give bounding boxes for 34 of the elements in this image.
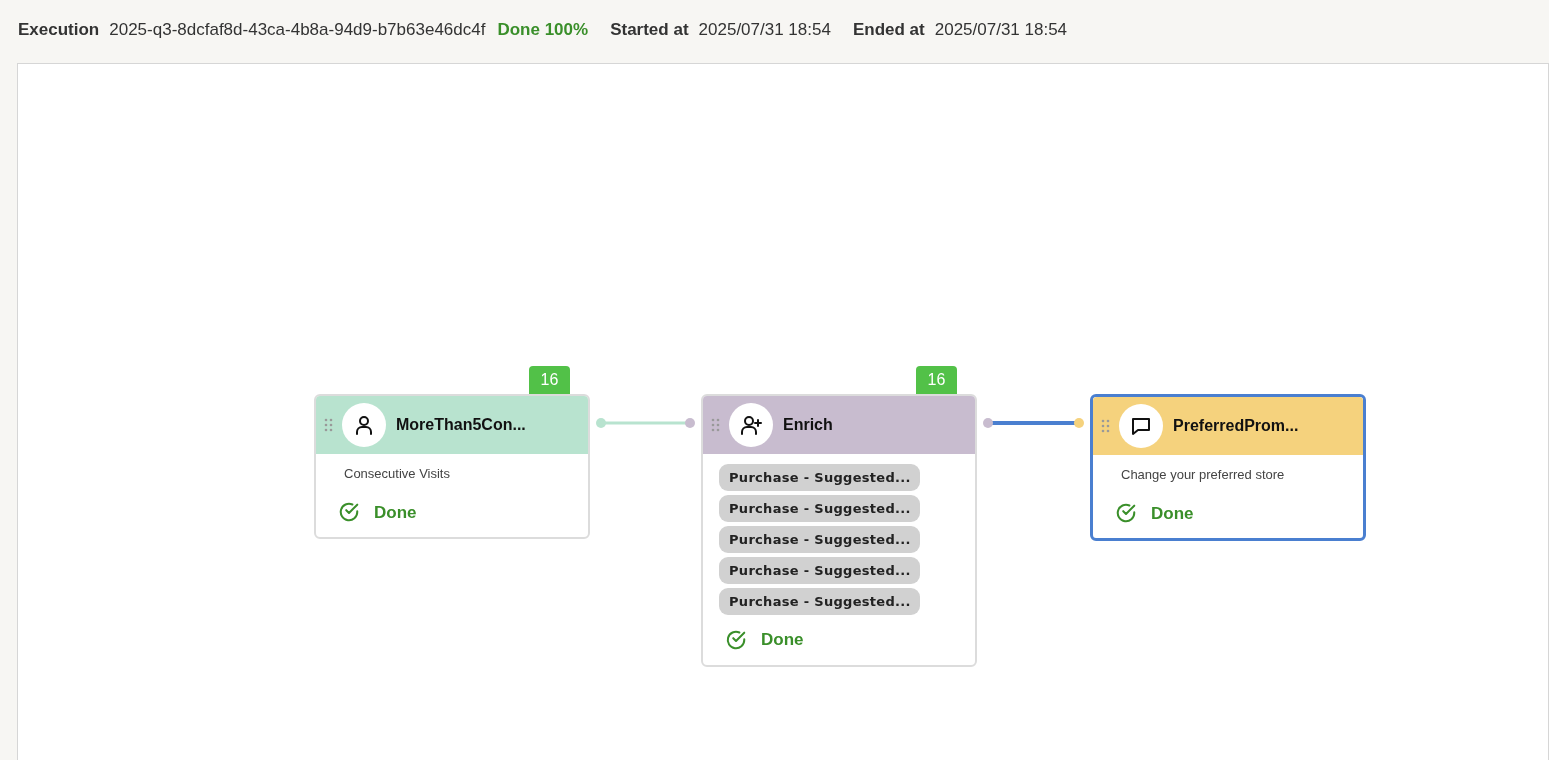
flow-node[interactable]: PreferredProm... Change your preferred store Done bbox=[1090, 394, 1366, 541]
execution-id: 2025-q3-8dcfaf8d-43ca-4b8a-94d9-b7b63e46dc4f bbox=[109, 19, 486, 42]
chat-bubble-icon bbox=[1119, 404, 1163, 448]
flow-node[interactable]: MoreThan5Con... Consecutive Visits Done bbox=[314, 394, 590, 539]
started-label: Started at bbox=[610, 19, 689, 42]
status-label: Done bbox=[374, 501, 417, 524]
node-title: Enrich bbox=[783, 415, 833, 435]
node-title: MoreThan5Con... bbox=[396, 415, 526, 435]
tag-chip: Purchase - Suggested... bbox=[719, 557, 920, 584]
node-title: PreferredProm... bbox=[1173, 416, 1299, 436]
drag-handle-icon[interactable] bbox=[711, 418, 721, 432]
add-person-icon bbox=[729, 403, 773, 447]
check-circle-icon bbox=[725, 628, 747, 651]
progress-status: Done 100% bbox=[497, 19, 589, 42]
status-label: Done bbox=[1151, 502, 1194, 525]
node-description: Consecutive Visits bbox=[343, 465, 451, 483]
tag-chip: Purchase - Suggested... bbox=[719, 464, 920, 491]
tag-chip: Purchase - Suggested... bbox=[719, 495, 920, 522]
tag-chip: Purchase - Suggested... bbox=[719, 526, 920, 553]
ended-label: Ended at bbox=[852, 19, 925, 42]
drag-handle-icon[interactable] bbox=[324, 418, 334, 432]
tag-chip: Purchase - Suggested... bbox=[719, 588, 920, 615]
execution-label: Execution bbox=[18, 19, 100, 42]
check-circle-icon bbox=[338, 501, 360, 524]
check-circle-icon bbox=[1115, 502, 1137, 525]
node-description: Change your preferred store bbox=[1120, 466, 1286, 484]
flow-node[interactable]: Enrich Purchase - Suggested... Purchase - Suggested... Purchase - Suggested... Purchase - Suggested... Purchase - Suggested... Done bbox=[701, 394, 977, 667]
count-badge: 16 bbox=[916, 366, 957, 394]
status-label: Done bbox=[761, 629, 804, 651]
count-badge: 16 bbox=[529, 366, 570, 394]
started-value: 2025/07/31 18:54 bbox=[698, 19, 831, 42]
person-icon bbox=[342, 403, 386, 447]
drag-handle-icon[interactable] bbox=[1101, 419, 1111, 433]
ended-value: 2025/07/31 18:54 bbox=[934, 19, 1068, 42]
